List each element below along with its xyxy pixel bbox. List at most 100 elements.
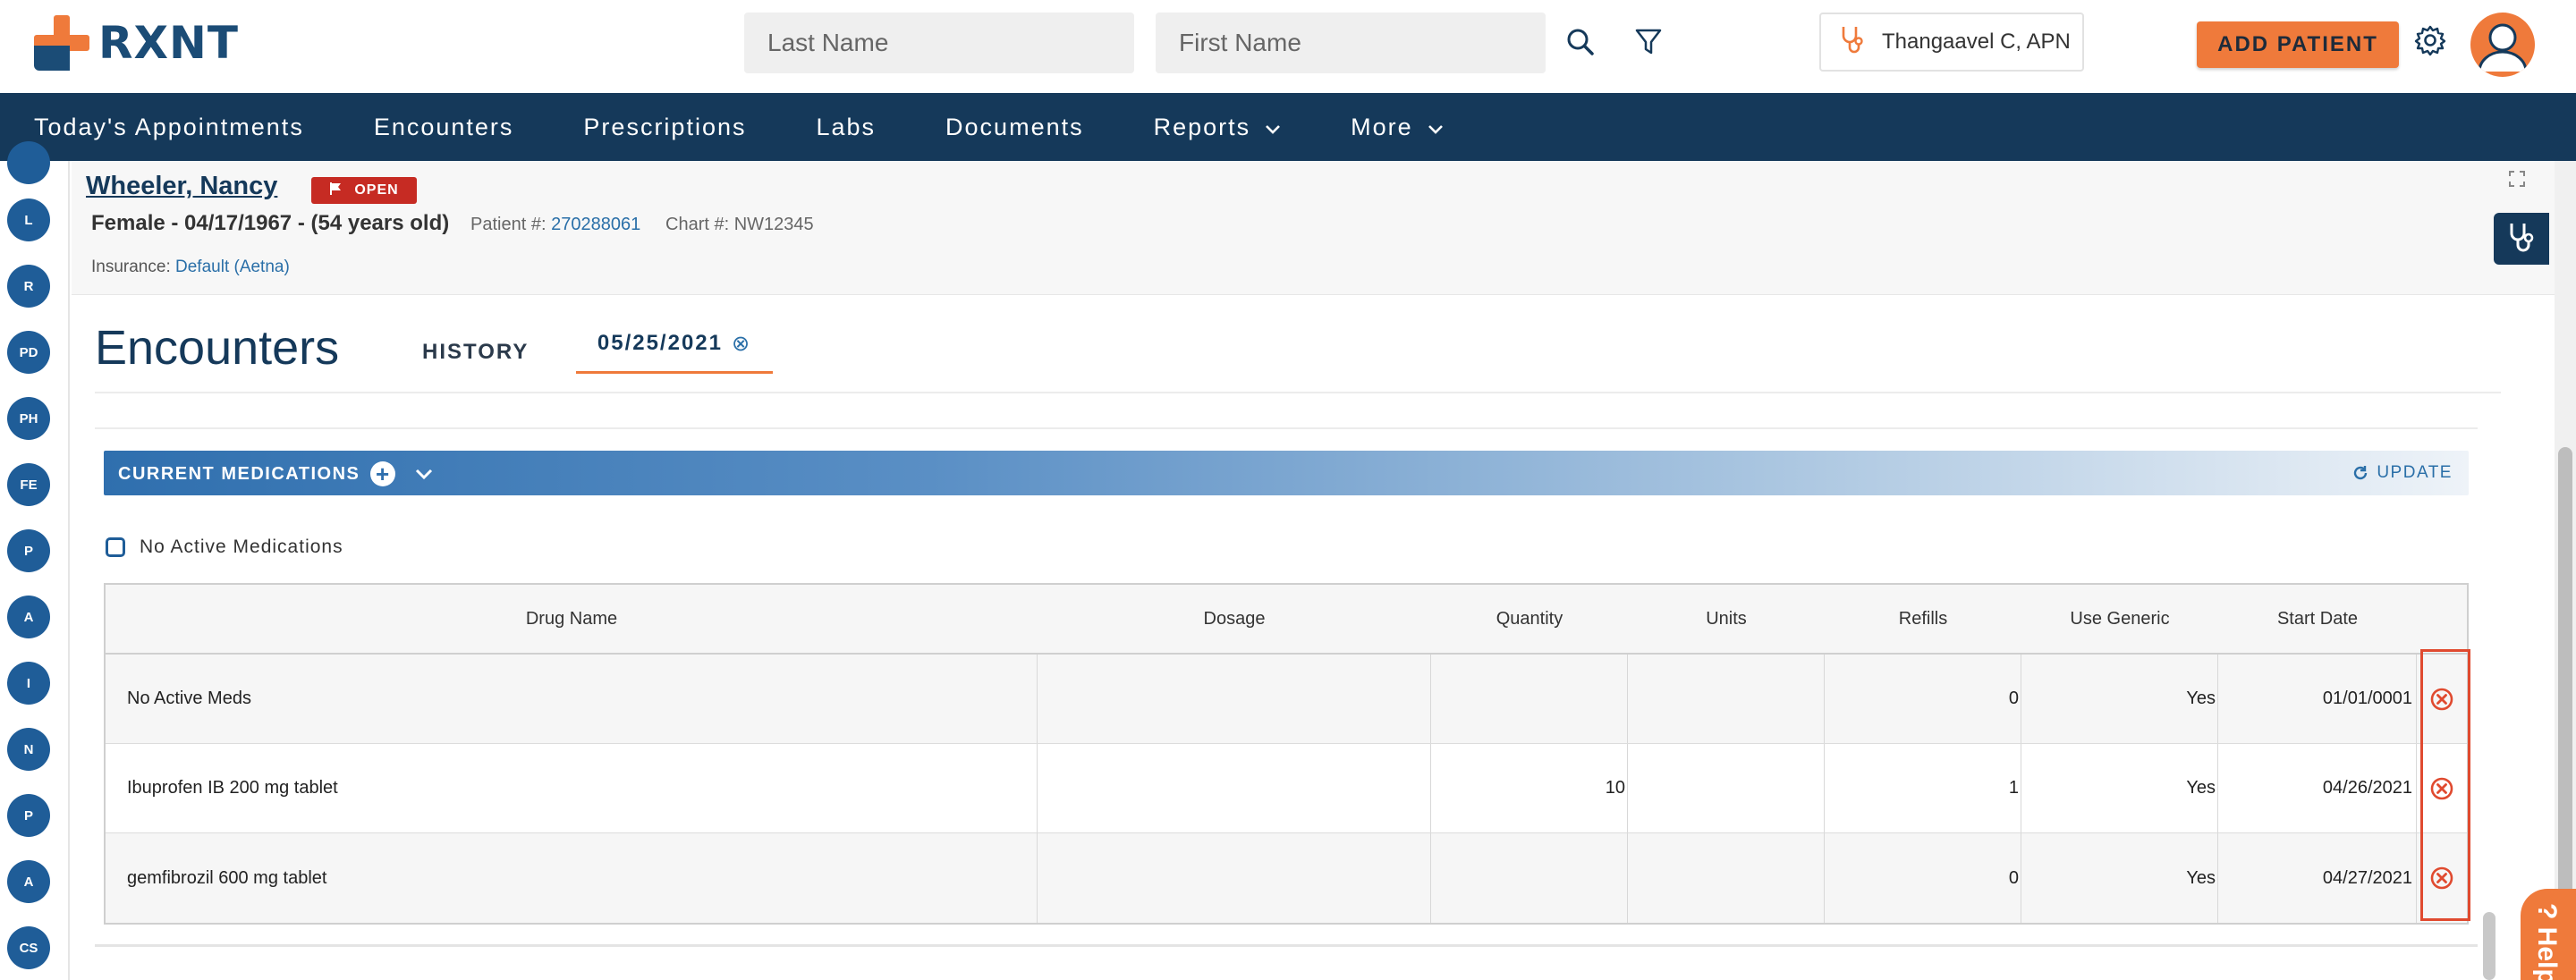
patient-banner: Wheeler, Nancy OPEN Female - 04/17/1967 …	[72, 161, 2562, 295]
refills-cell: 0	[1825, 655, 2021, 743]
rail-button[interactable]: PH	[7, 397, 50, 440]
first-name-search-input[interactable]	[1156, 13, 1546, 73]
column-header-actions	[2417, 585, 2467, 653]
logo-text: RXNT	[98, 17, 240, 69]
delete-medication-button[interactable]	[2417, 655, 2467, 743]
use-generic-cell: Yes	[2021, 833, 2218, 923]
nav-label: Encounters	[373, 113, 514, 140]
nav-label: More	[1351, 113, 1413, 140]
update-label: UPDATE	[2377, 463, 2453, 482]
chevron-down-icon[interactable]	[415, 464, 433, 485]
flag-icon	[329, 182, 342, 200]
rail-button[interactable]: N	[7, 728, 50, 771]
patient-name-link[interactable]: Wheeler, Nancy	[86, 172, 277, 201]
rxnt-logo[interactable]: RXNT	[34, 15, 240, 71]
rail-button[interactable]: A	[7, 596, 50, 638]
provider-selector[interactable]: Thangaavel C, APN	[1819, 13, 2084, 72]
rail-button[interactable]: P	[7, 794, 50, 837]
rail-button[interactable]: P	[7, 529, 50, 572]
chart-number-value: NW12345	[733, 215, 814, 234]
tab-history[interactable]: HISTORY	[422, 340, 529, 365]
nav-more[interactable]: More	[1351, 114, 1444, 141]
inner-scrollbar[interactable]	[2481, 393, 2499, 980]
main-navigation: Today's Appointments Encounters Prescrip…	[0, 93, 2576, 161]
scrollbar-thumb[interactable]	[2483, 912, 2496, 980]
column-header-use-generic[interactable]: Use Generic	[2021, 585, 2218, 653]
units-cell	[1628, 833, 1825, 923]
nav-encounters[interactable]: Encounters	[374, 114, 514, 141]
column-header-start-date[interactable]: Start Date	[2218, 585, 2417, 653]
filter-icon[interactable]	[1626, 20, 1671, 64]
column-header-quantity[interactable]: Quantity	[1431, 585, 1628, 653]
nav-label: Reports	[1153, 113, 1251, 140]
tab-date-label: 05/25/2021	[597, 331, 723, 355]
status-text: OPEN	[354, 182, 399, 198]
chart-number: Chart #: NW12345	[665, 215, 814, 235]
quantity-cell: 10	[1431, 744, 1628, 832]
nav-todays-appointments[interactable]: Today's Appointments	[34, 114, 304, 141]
clinical-panel-tab[interactable]	[2494, 213, 2549, 265]
help-button[interactable]: ? Help	[2521, 889, 2576, 980]
user-avatar[interactable]	[2470, 13, 2535, 77]
no-active-medications-option[interactable]: No Active Medications	[106, 536, 343, 558]
section-jump-rail: L R PD PH FE P A I N P A CS	[0, 141, 70, 980]
page-scrollbar[interactable]	[2555, 161, 2576, 980]
remove-circle-icon	[2430, 688, 2453, 710]
table-row[interactable]: gemfibrozil 600 mg tablet 0 Yes 04/27/20…	[106, 833, 2467, 923]
column-header-dosage[interactable]: Dosage	[1038, 585, 1431, 653]
start-date-cell: 04/26/2021	[2218, 744, 2417, 832]
update-button[interactable]: UPDATE	[2351, 463, 2453, 483]
column-header-units[interactable]: Units	[1628, 585, 1825, 653]
nav-documents[interactable]: Documents	[945, 114, 1084, 141]
nav-labs[interactable]: Labs	[816, 114, 876, 141]
rail-button[interactable]: CS	[7, 926, 50, 969]
patient-number-label: Patient #:	[470, 215, 547, 234]
stethoscope-icon	[2506, 221, 2537, 258]
nav-label: Prescriptions	[583, 113, 747, 140]
add-patient-button[interactable]: ADD PATIENT	[2197, 21, 2399, 68]
add-medication-icon[interactable]: +	[370, 460, 396, 487]
stethoscope-icon	[1839, 24, 1866, 61]
rail-button[interactable]: L	[7, 199, 50, 241]
dosage-cell	[1038, 833, 1431, 923]
insurance-link[interactable]: Default (Aetna)	[175, 258, 290, 276]
rail-button[interactable]: R	[7, 265, 50, 308]
nav-label: Today's Appointments	[34, 113, 304, 140]
section-title: CURRENT MEDICATIONS +	[118, 460, 433, 487]
refresh-icon	[2354, 466, 2368, 480]
help-label: ? Help	[2532, 903, 2562, 980]
nav-prescriptions[interactable]: Prescriptions	[583, 114, 746, 141]
gear-icon[interactable]	[2408, 18, 2453, 63]
status-badge: OPEN	[311, 177, 417, 204]
page-title: Encounters	[95, 321, 340, 375]
nav-reports[interactable]: Reports	[1154, 114, 1282, 141]
expand-icon[interactable]	[2508, 170, 2526, 192]
insurance-label: Insurance:	[91, 258, 171, 276]
nav-label: Documents	[945, 113, 1084, 140]
insurance-info: Insurance: Default (Aetna)	[91, 258, 290, 277]
column-header-refills[interactable]: Refills	[1825, 585, 2021, 653]
rail-button[interactable]: I	[7, 662, 50, 705]
search-icon[interactable]	[1558, 20, 1603, 64]
rail-button[interactable]: A	[7, 860, 50, 903]
rail-button[interactable]: PD	[7, 331, 50, 374]
section-title-text: CURRENT MEDICATIONS	[118, 463, 360, 484]
drug-name-cell: Ibuprofen IB 200 mg tablet	[106, 744, 1038, 832]
last-name-search-input[interactable]	[744, 13, 1134, 73]
no-active-medications-checkbox[interactable]	[106, 537, 125, 557]
delete-medication-button[interactable]	[2417, 833, 2467, 923]
nav-label: Labs	[816, 113, 877, 140]
delete-medication-button[interactable]	[2417, 744, 2467, 832]
column-header-drug-name[interactable]: Drug Name	[106, 585, 1038, 653]
close-icon[interactable]: ⊗	[732, 331, 751, 357]
table-row[interactable]: No Active Meds 0 Yes 01/01/0001	[106, 655, 2467, 744]
patient-number: Patient #: 270288061	[470, 215, 640, 235]
tab-encounter-date[interactable]: 05/25/2021 ⊗	[576, 331, 773, 374]
table-row[interactable]: Ibuprofen IB 200 mg tablet 10 1 Yes 04/2…	[106, 744, 2467, 833]
divider	[95, 944, 2478, 947]
patient-demographics: Female - 04/17/1967 - (54 years old)	[91, 211, 450, 235]
units-cell	[1628, 744, 1825, 832]
rail-button[interactable]: FE	[7, 463, 50, 506]
rail-button-partial[interactable]	[7, 141, 50, 184]
patient-number-value[interactable]: 270288061	[551, 215, 640, 234]
